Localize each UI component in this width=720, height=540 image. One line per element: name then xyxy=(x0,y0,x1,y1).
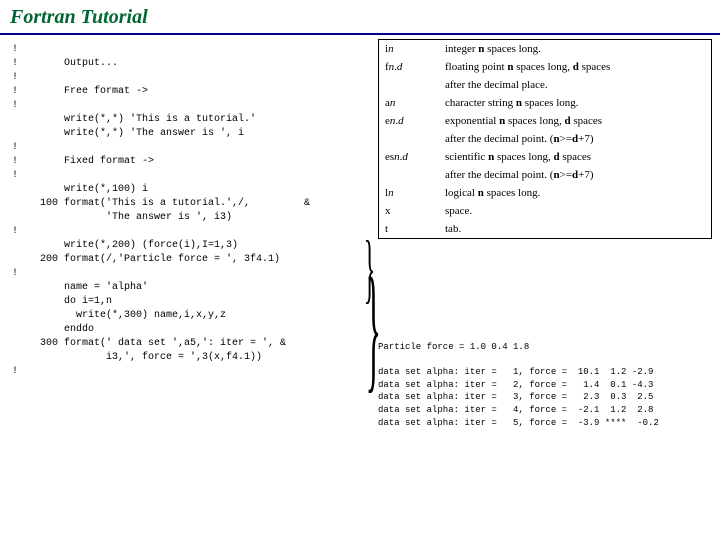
format-row: ttab. xyxy=(379,220,711,238)
format-spec: fn.d xyxy=(385,61,445,73)
format-desc: after the decimal place. xyxy=(445,79,705,91)
code-line: ! xyxy=(12,267,372,281)
format-spec: esn.d xyxy=(385,151,445,163)
format-desc: space. xyxy=(445,205,705,217)
code-line: i3,', force = ',3(x,f4.1)) xyxy=(12,351,372,365)
format-desc: tab. xyxy=(445,223,705,235)
code-line: ! xyxy=(12,365,372,379)
format-desc: character string n spaces long. xyxy=(445,97,705,109)
format-desc: floating point n spaces long, d spaces xyxy=(445,61,705,73)
format-spec: an xyxy=(385,97,445,109)
format-row: after the decimal point. (n>=d+7) xyxy=(379,130,711,148)
format-row: lnlogical n spaces long. xyxy=(379,184,711,202)
code-line: !Fixed format -> xyxy=(12,155,372,169)
brace-icon: } xyxy=(366,247,381,410)
format-desc: scientific n spaces long, d spaces xyxy=(445,151,705,163)
code-line: 100format('This is a tutorial.',/, & xyxy=(12,197,372,211)
code-line: 300format(' data set ',a5,': iter = ', & xyxy=(12,337,372,351)
code-line: do i=1,n xyxy=(12,295,372,309)
code-line: 200format(/,'Particle force = ', 3f4.1) xyxy=(12,253,372,267)
code-line: name = 'alpha' xyxy=(12,281,372,295)
page-header: Fortran Tutorial xyxy=(0,0,720,35)
format-spec: x xyxy=(385,205,445,217)
format-spec: in xyxy=(385,43,445,55)
format-desc: integer n spaces long. xyxy=(445,43,705,55)
code-line: enddo xyxy=(12,323,372,337)
format-row: ininteger n spaces long. xyxy=(379,40,711,58)
format-row: after the decimal place. xyxy=(379,76,711,94)
code-line: ! xyxy=(12,169,372,183)
code-line: write(*,*) 'This is a tutorial.' xyxy=(12,113,372,127)
format-row: ancharacter string n spaces long. xyxy=(379,94,711,112)
code-line: ! xyxy=(12,43,372,57)
format-desc: exponential n spaces long, d spaces xyxy=(445,115,705,127)
format-spec: en.d xyxy=(385,115,445,127)
program-output-block: Particle force = 1.0 0.4 1.8 data set al… xyxy=(378,341,659,429)
format-spec xyxy=(385,133,445,145)
format-row: fn.dfloating point n spaces long, d spac… xyxy=(379,58,711,76)
format-desc: after the decimal point. (n>=d+7) xyxy=(445,169,705,181)
format-spec: t xyxy=(385,223,445,235)
format-spec: ln xyxy=(385,187,445,199)
code-line: 'The answer is ', i3) xyxy=(12,211,372,225)
fortran-code-block: !!Output...!!Free format ->!write(*,*) '… xyxy=(12,43,372,379)
format-desc: logical n spaces long. xyxy=(445,187,705,199)
format-row: esn.dscientific n spaces long, d spaces xyxy=(379,148,711,166)
format-specifier-table: ininteger n spaces long.fn.dfloating poi… xyxy=(378,39,712,239)
page-title: Fortran Tutorial xyxy=(10,6,148,28)
content-area: !!Output...!!Free format ->!write(*,*) '… xyxy=(0,35,720,535)
code-line: !Free format -> xyxy=(12,85,372,99)
format-spec xyxy=(385,169,445,181)
code-line: ! xyxy=(12,141,372,155)
code-line: ! xyxy=(12,99,372,113)
format-row: en.dexponential n spaces long, d spaces xyxy=(379,112,711,130)
code-line: write(*,*) 'The answer is ', i xyxy=(12,127,372,141)
code-line: !Output... xyxy=(12,57,372,71)
format-spec xyxy=(385,79,445,91)
format-row: xspace. xyxy=(379,202,711,220)
code-line: ! xyxy=(12,225,372,239)
format-desc: after the decimal point. (n>=d+7) xyxy=(445,133,705,145)
code-line: write(*,100) i xyxy=(12,183,372,197)
format-row: after the decimal point. (n>=d+7) xyxy=(379,166,711,184)
code-line: write(*,300) name,i,x,y,z xyxy=(12,309,372,323)
code-line: ! xyxy=(12,71,372,85)
code-line: write(*,200) (force(i),I=1,3) xyxy=(12,239,372,253)
